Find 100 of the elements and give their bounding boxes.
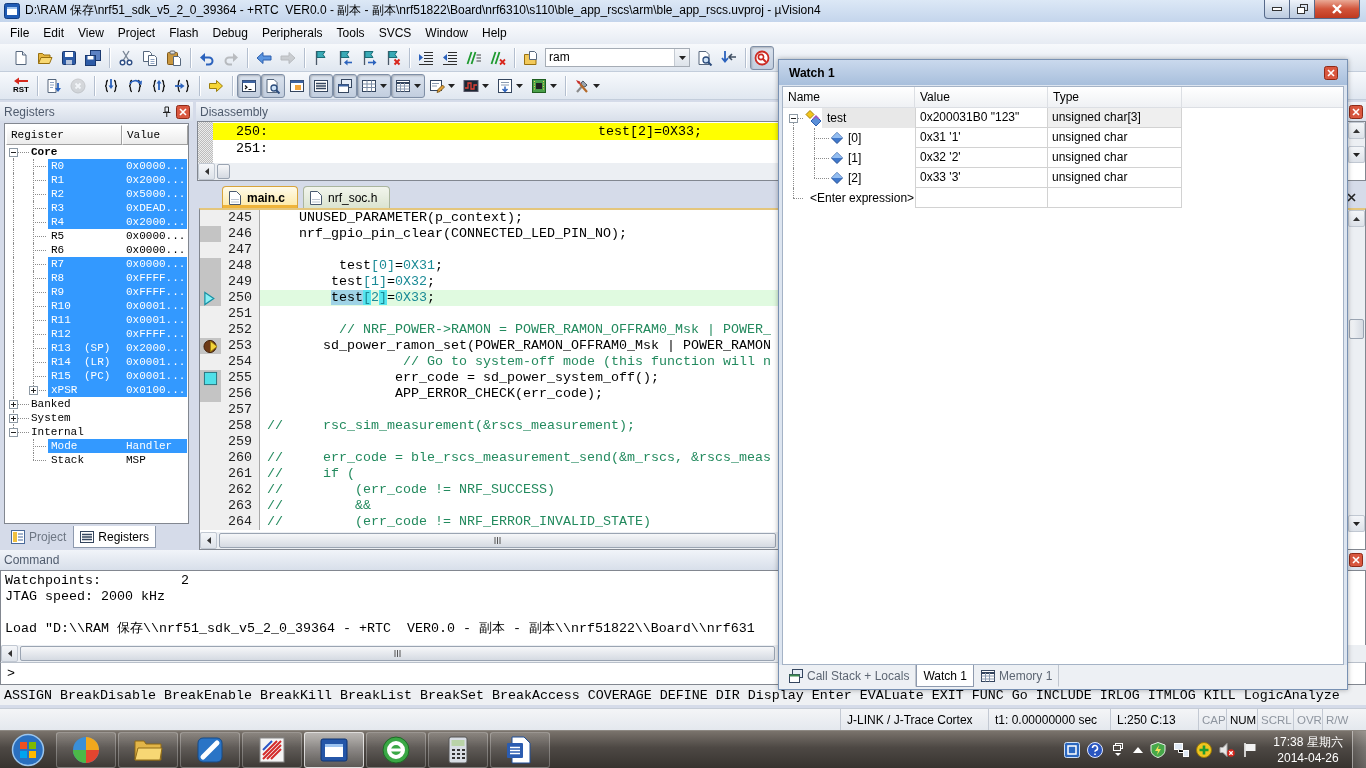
gutter-cell[interactable] [200,290,221,306]
menu-item[interactable]: Help [475,23,514,43]
speaker-muted-icon[interactable] [1219,741,1235,758]
flag-icon[interactable] [1242,741,1258,758]
scroll-thumb[interactable] [217,164,230,179]
clock[interactable]: 17:38 星期六 2014-04-26 [1268,733,1348,766]
scroll-left-button[interactable] [200,532,217,549]
scroll-up-button[interactable] [1348,122,1365,139]
show-desktop-button[interactable] [1352,730,1366,768]
restore-button[interactable] [1289,0,1315,19]
panel-tab[interactable]: Registers [73,526,157,548]
code-line: // if ( [266,466,355,482]
scroll-down-button[interactable] [1348,515,1365,532]
plus-box-icon[interactable] [9,413,18,423]
vertical-scrollbar[interactable] [1348,122,1365,163]
menu-item[interactable]: SVCS [371,23,419,43]
tree-group-label[interactable]: System [31,411,71,425]
tree-group-label[interactable]: Banked [31,397,71,411]
register-row[interactable]: R5 0x0000... [48,229,187,243]
column-header[interactable]: Name [783,87,915,107]
close-button[interactable] [1314,0,1360,19]
taskbar-button[interactable] [428,731,488,768]
menu-item[interactable]: Debug [205,23,255,43]
column-header[interactable]: Register [6,125,122,145]
register-name: R7 [51,258,65,270]
menu-item[interactable]: Window [418,23,475,43]
taskbar-button[interactable] [242,731,302,768]
scroll-left-button[interactable] [198,163,215,180]
register-row[interactable]: Stack MSP [48,453,187,467]
close-icon[interactable] [1324,65,1338,80]
scroll-thumb[interactable] [1349,319,1364,339]
grip-icon [494,537,501,544]
tree-group-label[interactable]: Internal [31,425,84,439]
menu-item[interactable]: Project [110,23,163,43]
find-combo[interactable]: ram [545,48,690,67]
file-tab[interactable]: nrf_soc.h [303,186,391,208]
toolbar-button[interactable] [391,73,425,98]
entry-prompt[interactable]: <Enter expression> [805,188,920,208]
column-header[interactable]: Value [915,87,1048,107]
gutter-cell[interactable] [200,338,221,354]
panel-title: Command [4,553,60,567]
plus-box-icon[interactable] [29,385,38,395]
variable-name[interactable]: [0] [843,128,867,148]
menu-item[interactable]: Flash [162,23,206,43]
up-caret-icon[interactable] [1133,746,1143,753]
menu-item[interactable]: File [3,23,37,43]
vertical-scrollbar[interactable] [1348,210,1365,532]
status-text: t1: 0.00000000 sec [995,712,1098,727]
horizontal-scrollbar[interactable] [198,163,778,180]
file-tab[interactable]: main.c [222,186,298,208]
variable-name[interactable]: test [822,108,915,128]
gutter-cell[interactable] [200,258,221,274]
menu-item[interactable]: Tools [329,23,372,43]
dropdown-button[interactable] [674,49,689,66]
gutter-cell[interactable] [200,242,221,258]
plus-circle-icon[interactable] [1196,741,1212,758]
gutter-cell[interactable] [200,226,221,242]
plus-box-icon[interactable] [9,399,18,409]
taskbar-button[interactable] [490,731,550,768]
gutter-cell[interactable] [200,354,221,370]
register-row[interactable]: R6 0x0000... [48,243,187,257]
menu-item[interactable]: Edit [36,23,72,43]
close-icon[interactable] [1347,193,1356,202]
toolbar-button[interactable] [357,73,391,98]
gutter-cell[interactable] [200,370,221,386]
minus-box-icon[interactable] [9,147,18,157]
menu-item[interactable]: View [71,23,111,43]
minus-box-icon[interactable] [9,427,18,437]
gutter-cell[interactable] [200,210,221,226]
taskbar-button[interactable] [366,731,426,768]
line-number: 260 [228,450,252,465]
tree-group-label[interactable]: Core [31,145,58,159]
panel-title: Disassembly [200,104,268,119]
scroll-left-button[interactable] [1,645,18,662]
toolbar-button[interactable]: RST [9,73,33,98]
variable-name[interactable]: [2] [843,168,867,188]
help-icon[interactable] [1087,741,1103,758]
output-line: Watchpoints: 2 [5,573,189,588]
taskbar-button[interactable] [56,731,116,768]
windows-arrow-icon[interactable] [1110,741,1126,758]
close-icon[interactable] [1349,104,1363,119]
column-header[interactable]: Type [1048,87,1182,107]
taskbar-button[interactable] [118,731,178,768]
framed-square-icon[interactable] [1064,741,1080,758]
close-icon[interactable] [1349,553,1363,567]
network-icon[interactable] [1173,741,1189,758]
variable-name[interactable]: [1] [843,148,867,168]
minus-box-icon[interactable] [789,113,798,123]
taskbar-button[interactable] [180,731,240,768]
shield-icon[interactable] [1150,741,1166,758]
gutter-cell[interactable] [200,386,221,402]
scroll-up-button[interactable] [1348,210,1365,227]
scroll-down-button[interactable] [1348,146,1365,163]
minimize-button[interactable] [1264,0,1290,19]
taskbar-button[interactable] [304,731,364,768]
pin-icon[interactable] [162,106,171,117]
close-icon[interactable] [176,104,190,119]
line-number: 252 [228,322,252,337]
menu-item[interactable]: Peripherals [254,23,330,43]
column-header[interactable]: Value [122,125,188,145]
